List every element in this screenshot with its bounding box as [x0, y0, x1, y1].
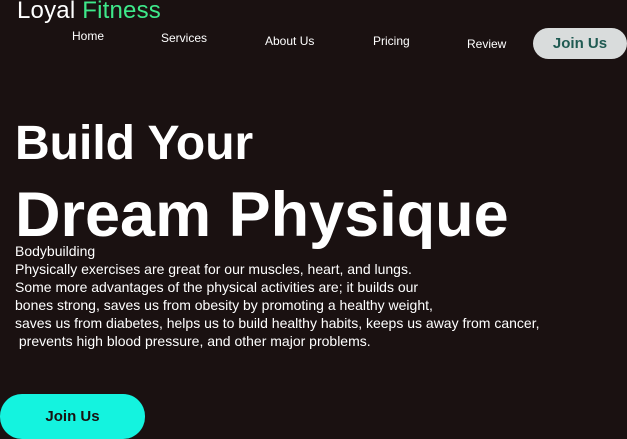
hero-title-line1: Build Your [15, 117, 254, 170]
nav-link-about-us[interactable]: About Us [265, 34, 314, 48]
hero-title-line2: Dream Physique [15, 180, 509, 250]
hero-join-button[interactable]: Join Us [0, 394, 145, 439]
nav-link-pricing[interactable]: Pricing [373, 34, 410, 48]
brand-accent: Fitness [82, 0, 162, 24]
hero-description: Physically exercises are great for our m… [15, 261, 540, 349]
nav-join-button[interactable]: Join Us [533, 28, 627, 59]
nav-link-services[interactable]: Services [161, 31, 207, 45]
brand-logo[interactable]: Loyal Fitness [17, 0, 161, 25]
brand-name: Loyal [17, 0, 76, 24]
nav-link-review[interactable]: Review [467, 37, 506, 51]
hero-tag: Bodybuilding [15, 243, 96, 259]
nav-link-home[interactable]: Home [72, 29, 104, 43]
